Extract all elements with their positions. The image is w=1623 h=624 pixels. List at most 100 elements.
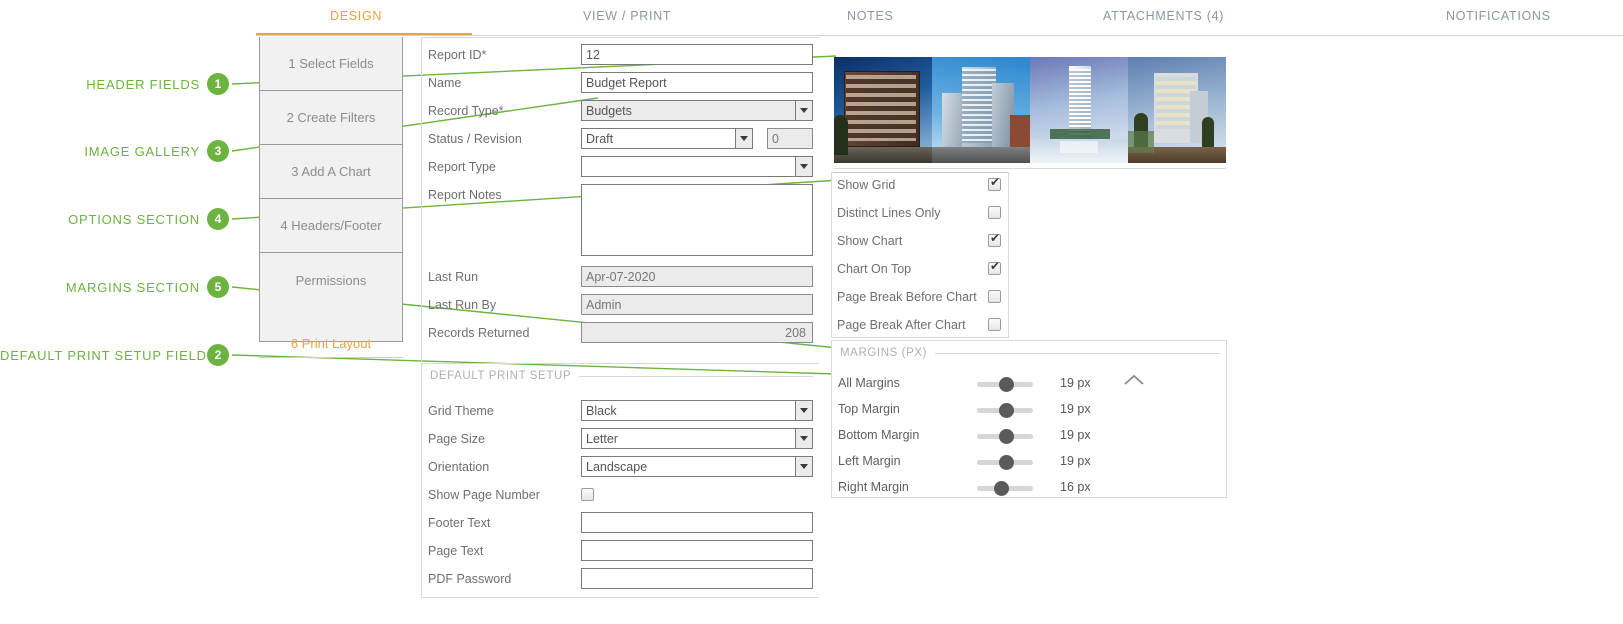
slider-bottom-margin[interactable] bbox=[977, 434, 1033, 439]
option-label-page-break-before-chart: Page Break Before Chart bbox=[837, 290, 977, 304]
status-value: Draft bbox=[582, 129, 735, 148]
revision-input[interactable]: 0 bbox=[767, 128, 813, 149]
wizard-step-headers-footer[interactable]: 4 Headers/Footer bbox=[260, 199, 402, 253]
slider-all-margins[interactable] bbox=[977, 382, 1033, 387]
tab-bar: DESIGN VIEW / PRINT NOTES ATTACHMENTS (4… bbox=[256, 0, 1623, 36]
tab-bar-divider bbox=[256, 35, 1623, 36]
name-input[interactable]: Budget Report bbox=[581, 72, 813, 93]
slider-right-margin[interactable] bbox=[977, 486, 1033, 491]
gallery-image-4[interactable] bbox=[1128, 57, 1226, 163]
orientation-select[interactable]: Landscape bbox=[581, 456, 813, 477]
field-row-footer-text: Footer Text bbox=[422, 512, 820, 540]
grid-theme-select[interactable]: Black bbox=[581, 400, 813, 421]
field-row-record-type: Record Type* Budgets bbox=[422, 100, 820, 128]
checkbox-show-grid[interactable] bbox=[988, 178, 1001, 191]
annotation-label-margins-section: MARGINS SECTION bbox=[0, 280, 200, 295]
margin-label-top-margin: Top Margin bbox=[838, 402, 900, 416]
field-label-name: Name bbox=[428, 76, 461, 90]
pdf-password-input[interactable] bbox=[581, 568, 813, 589]
field-row-page-text: Page Text bbox=[422, 540, 820, 568]
chevron-down-icon[interactable] bbox=[795, 429, 812, 448]
checkbox-distinct-lines-only[interactable] bbox=[988, 206, 1001, 219]
slider-top-margin[interactable] bbox=[977, 408, 1033, 413]
checkbox-page-break-before-chart[interactable] bbox=[988, 290, 1001, 303]
option-label-show-grid: Show Grid bbox=[837, 178, 895, 192]
chevron-down-icon[interactable] bbox=[795, 101, 812, 120]
chevron-down-icon[interactable] bbox=[735, 129, 752, 148]
slider-left-margin[interactable] bbox=[977, 460, 1033, 465]
checkbox-show-page-number[interactable] bbox=[581, 488, 594, 501]
page-size-value: Letter bbox=[582, 429, 795, 448]
field-label-page-text: Page Text bbox=[428, 544, 483, 558]
tab-notes[interactable]: NOTES bbox=[847, 9, 894, 23]
footer-text-input[interactable] bbox=[581, 512, 813, 533]
field-row-status-revision: Status / Revision Draft 0 bbox=[422, 128, 820, 156]
last-run-by-value: Admin bbox=[581, 294, 813, 315]
checkbox-chart-on-top[interactable] bbox=[988, 262, 1001, 275]
field-label-footer-text: Footer Text bbox=[428, 516, 490, 530]
field-label-status-revision: Status / Revision bbox=[428, 132, 522, 146]
wizard-footer-divider bbox=[259, 357, 403, 358]
field-row-grid-theme: Grid Theme Black bbox=[422, 400, 820, 428]
annotation-bubble-3: 3 bbox=[207, 140, 229, 162]
tab-design[interactable]: DESIGN bbox=[330, 9, 382, 23]
print-setup-legend: DEFAULT PRINT SETUP bbox=[430, 370, 579, 382]
page-size-select[interactable]: Letter bbox=[581, 428, 813, 449]
wizard-step-create-filters[interactable]: 2 Create Filters bbox=[260, 91, 402, 145]
option-label-page-break-after-chart: Page Break After Chart bbox=[837, 318, 966, 332]
margin-value-bottom-margin: 19 px bbox=[1060, 428, 1091, 442]
chevron-down-icon[interactable] bbox=[795, 401, 812, 420]
field-row-report-id: Report ID* 12 bbox=[422, 44, 820, 72]
option-label-chart-on-top: Chart On Top bbox=[837, 262, 911, 276]
slider-knob[interactable] bbox=[994, 481, 1009, 496]
margin-row-top-margin: Top Margin 19 px bbox=[832, 397, 1228, 423]
field-row-name: Name Budget Report bbox=[422, 72, 820, 100]
checkbox-page-break-after-chart[interactable] bbox=[988, 318, 1001, 331]
chevron-down-icon[interactable] bbox=[795, 457, 812, 476]
image-gallery[interactable] bbox=[834, 57, 1226, 169]
records-returned-value: 208 bbox=[581, 322, 813, 343]
wizard-step-print-layout[interactable]: 6 Print Layout bbox=[259, 325, 403, 361]
field-row-last-run-by: Last Run By Admin bbox=[422, 294, 820, 322]
report-id-input[interactable]: 12 bbox=[581, 44, 813, 65]
default-print-setup-section: DEFAULT PRINT SETUP Grid Theme Black Pag… bbox=[421, 363, 819, 598]
slider-knob[interactable] bbox=[999, 455, 1014, 470]
margin-value-top-margin: 19 px bbox=[1060, 402, 1091, 416]
field-row-orientation: Orientation Landscape bbox=[422, 456, 820, 484]
margin-label-right-margin: Right Margin bbox=[838, 480, 909, 494]
wizard-step-select-fields[interactable]: 1 Select Fields bbox=[260, 37, 402, 91]
tab-notifications[interactable]: NOTIFICATIONS bbox=[1446, 9, 1551, 23]
field-label-pdf-password: PDF Password bbox=[428, 572, 511, 586]
last-run-value: Apr-07-2020 bbox=[581, 266, 813, 287]
field-label-show-page-number: Show Page Number bbox=[428, 488, 540, 502]
margin-row-left-margin: Left Margin 19 px bbox=[832, 449, 1228, 475]
annotation-bubble-2: 2 bbox=[207, 344, 229, 366]
field-row-last-run: Last Run Apr-07-2020 bbox=[422, 266, 820, 294]
gallery-image-3[interactable] bbox=[1030, 57, 1128, 163]
slider-knob[interactable] bbox=[999, 403, 1014, 418]
checkbox-show-chart[interactable] bbox=[988, 234, 1001, 247]
gallery-image-1[interactable] bbox=[834, 57, 932, 163]
slider-knob[interactable] bbox=[999, 377, 1014, 392]
record-type-select[interactable]: Budgets bbox=[581, 100, 813, 121]
slider-knob[interactable] bbox=[999, 429, 1014, 444]
field-row-show-page-number: Show Page Number bbox=[422, 484, 820, 512]
chevron-down-icon[interactable] bbox=[795, 157, 812, 176]
record-type-value: Budgets bbox=[582, 101, 795, 120]
annotation-bubble-4: 4 bbox=[207, 208, 229, 230]
field-label-last-run-by: Last Run By bbox=[428, 298, 496, 312]
option-row-show-grid: Show Grid bbox=[832, 173, 1010, 201]
option-row-chart-on-top: Chart On Top bbox=[832, 257, 1010, 285]
status-select[interactable]: Draft bbox=[581, 128, 753, 149]
gallery-image-2[interactable] bbox=[932, 57, 1030, 163]
annotation-label-image-gallery: IMAGE GALLERY bbox=[0, 144, 200, 159]
wizard-step-add-a-chart[interactable]: 3 Add A Chart bbox=[260, 145, 402, 199]
field-label-last-run: Last Run bbox=[428, 270, 478, 284]
report-notes-textarea[interactable] bbox=[581, 184, 813, 256]
wizard-step-permissions[interactable]: Permissions bbox=[260, 253, 402, 307]
page-text-input[interactable] bbox=[581, 540, 813, 561]
report-type-select[interactable] bbox=[581, 156, 813, 177]
tab-view-print[interactable]: VIEW / PRINT bbox=[583, 9, 671, 23]
field-row-pdf-password: PDF Password bbox=[422, 568, 820, 596]
tab-attachments[interactable]: ATTACHMENTS (4) bbox=[1103, 9, 1224, 23]
